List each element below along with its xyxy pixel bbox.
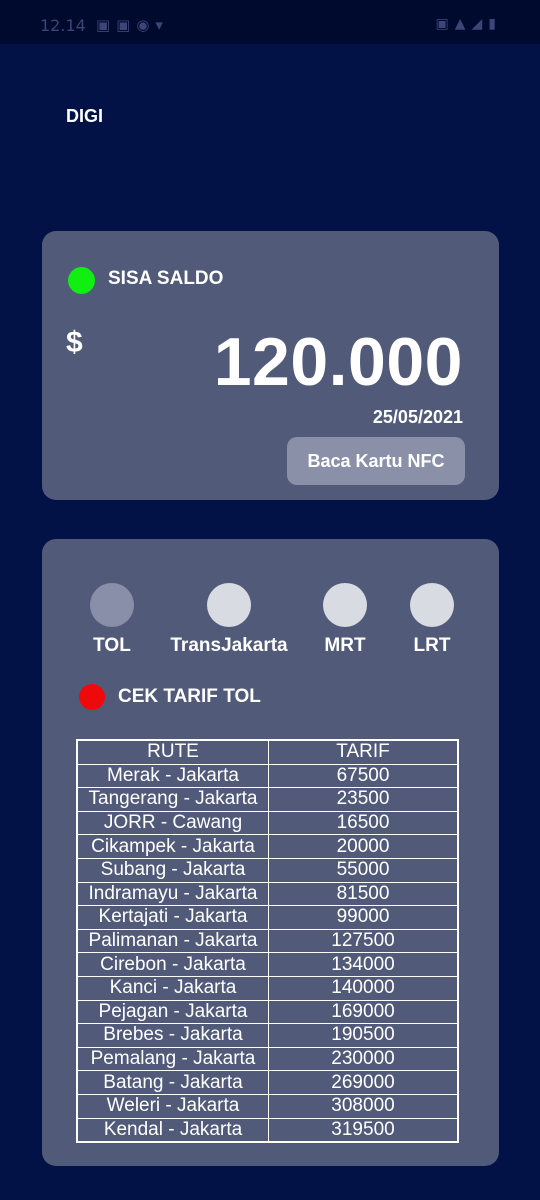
table-row: Cirebon - Jakarta 134000	[76, 952, 459, 977]
cell-tariff: 169000	[268, 999, 459, 1025]
mode-tol-icon	[90, 583, 134, 627]
cell-tariff: 23500	[268, 787, 459, 812]
cell-tariff: 319500	[268, 1117, 459, 1143]
table-row: Brebes - Jakarta 190500	[76, 1023, 459, 1048]
cell-tariff: 55000	[268, 857, 459, 883]
mode-label: LRT	[413, 635, 451, 656]
table-row: JORR - Cawang 16500	[76, 810, 459, 836]
cell-route: Indramayu - Jakarta	[76, 881, 269, 907]
tariff-title: CEK TARIF TOL	[118, 686, 261, 707]
cell-tariff: 67500	[268, 763, 459, 789]
cell-route: Cirebon - Jakarta	[76, 952, 269, 977]
table-header-row: RUTE TARIF	[76, 739, 459, 765]
cell-tariff: 16500	[268, 810, 459, 836]
tariff-table-body: Merak - Jakarta 67500 Tangerang - Jakarta 2…	[76, 763, 459, 1143]
balance-card: SISA SALDO $ 120.000 25/05/2021 Baca Kar…	[42, 231, 499, 500]
table-row: Kanci - Jakarta 140000	[76, 975, 459, 1001]
table-row: Indramayu - Jakarta 81500	[76, 881, 459, 907]
app-title: DIGI	[66, 106, 104, 126]
mode-label: TransJakarta	[170, 635, 288, 656]
balance-date: 25/05/2021	[372, 407, 463, 427]
mode-lrt[interactable]: LRT	[372, 583, 492, 657]
balance-amount: 120.000	[213, 324, 463, 400]
cell-tariff: 140000	[268, 975, 459, 1001]
cell-tariff: 127500	[268, 928, 459, 954]
read-nfc-button[interactable]: Baca Kartu NFC	[287, 437, 465, 485]
cell-route: JORR - Cawang	[76, 810, 269, 836]
cell-tariff: 99000	[268, 905, 459, 930]
mode-transjakarta[interactable]: TransJakarta	[169, 583, 289, 657]
cell-route: Weleri - Jakarta	[76, 1093, 269, 1119]
status-bar: 12.14 ▣▣◉▾ ▣▲◢▮	[0, 0, 540, 44]
mode-label: TOL	[93, 635, 131, 656]
cell-route: Subang - Jakarta	[76, 857, 269, 883]
status-red-icon	[79, 684, 105, 710]
mode-transjakarta-icon	[207, 583, 251, 627]
table-row: Tangerang - Jakarta 23500	[76, 787, 459, 812]
table-row: Kendal - Jakarta 319500	[76, 1117, 459, 1143]
cell-tariff: 81500	[268, 881, 459, 907]
cell-route: Pemalang - Jakarta	[76, 1046, 269, 1072]
cell-route: Batang - Jakarta	[76, 1070, 269, 1095]
column-header-tariff: TARIF	[268, 739, 459, 765]
cell-tariff: 308000	[268, 1093, 459, 1119]
table-row: Merak - Jakarta 67500	[76, 763, 459, 789]
currency-symbol: $	[66, 326, 83, 359]
column-header-route: RUTE	[76, 739, 269, 765]
table-row: Pejagan - Jakarta 169000	[76, 999, 459, 1025]
table-row: Kertajati - Jakarta 99000	[76, 905, 459, 930]
mode-mrt-icon	[323, 583, 367, 627]
balance-label: SISA SALDO	[108, 268, 224, 289]
cell-tariff: 190500	[268, 1023, 459, 1048]
cell-route: Cikampek - Jakarta	[76, 834, 269, 859]
system-status-icons: ▣▲◢▮	[435, 16, 502, 32]
cell-route: Palimanan - Jakarta	[76, 928, 269, 954]
clock-time: 12.14	[40, 16, 86, 35]
table-row: Batang - Jakarta 269000	[76, 1070, 459, 1095]
cell-route: Pejagan - Jakarta	[76, 999, 269, 1025]
cell-route: Kanci - Jakarta	[76, 975, 269, 1001]
cell-tariff: 230000	[268, 1046, 459, 1072]
cell-route: Tangerang - Jakarta	[76, 787, 269, 812]
mode-tol[interactable]: TOL	[52, 583, 172, 657]
cell-route: Merak - Jakarta	[76, 763, 269, 789]
mode-lrt-icon	[410, 583, 454, 627]
table-row: Cikampek - Jakarta 20000	[76, 834, 459, 859]
tariff-card: TOL TransJakarta MRT LRT CEK TARIF TOL R…	[42, 539, 499, 1166]
cell-tariff: 134000	[268, 952, 459, 977]
tariff-table: RUTE TARIF Merak - Jakarta 67500 Tangerang…	[76, 739, 459, 1144]
table-row: Palimanan - Jakarta 127500	[76, 928, 459, 954]
table-row: Pemalang - Jakarta 230000	[76, 1046, 459, 1072]
cell-tariff: 269000	[268, 1070, 459, 1095]
cell-route: Brebes - Jakarta	[76, 1023, 269, 1048]
cell-route: Kendal - Jakarta	[76, 1117, 269, 1143]
cell-route: Kertajati - Jakarta	[76, 905, 269, 930]
status-green-icon	[68, 267, 95, 294]
table-row: Subang - Jakarta 55000	[76, 857, 459, 883]
table-row: Weleri - Jakarta 308000	[76, 1093, 459, 1119]
notification-icons: ▣▣◉▾	[96, 16, 169, 34]
cell-tariff: 20000	[268, 834, 459, 859]
